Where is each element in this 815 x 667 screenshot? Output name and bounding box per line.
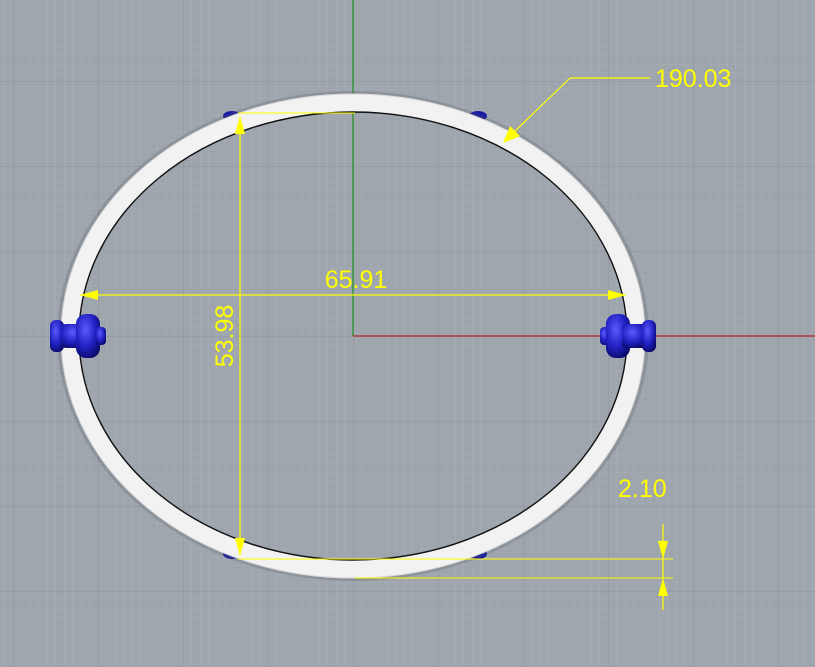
circumference-dimension-label: 190.03 xyxy=(655,65,731,93)
viewport-canvas[interactable]: 65.91 53.98 190.03 2.10 xyxy=(0,0,815,667)
left-peg-icon[interactable] xyxy=(50,314,106,358)
height-dimension-label: 53.98 xyxy=(211,305,239,368)
right-peg-icon[interactable] xyxy=(600,314,656,358)
width-dimension-label: 65.91 xyxy=(325,266,388,294)
rhino-top-viewport[interactable]: 65.91 53.98 190.03 2.10 xyxy=(0,0,815,667)
thickness-dimension-label: 2.10 xyxy=(618,475,667,503)
